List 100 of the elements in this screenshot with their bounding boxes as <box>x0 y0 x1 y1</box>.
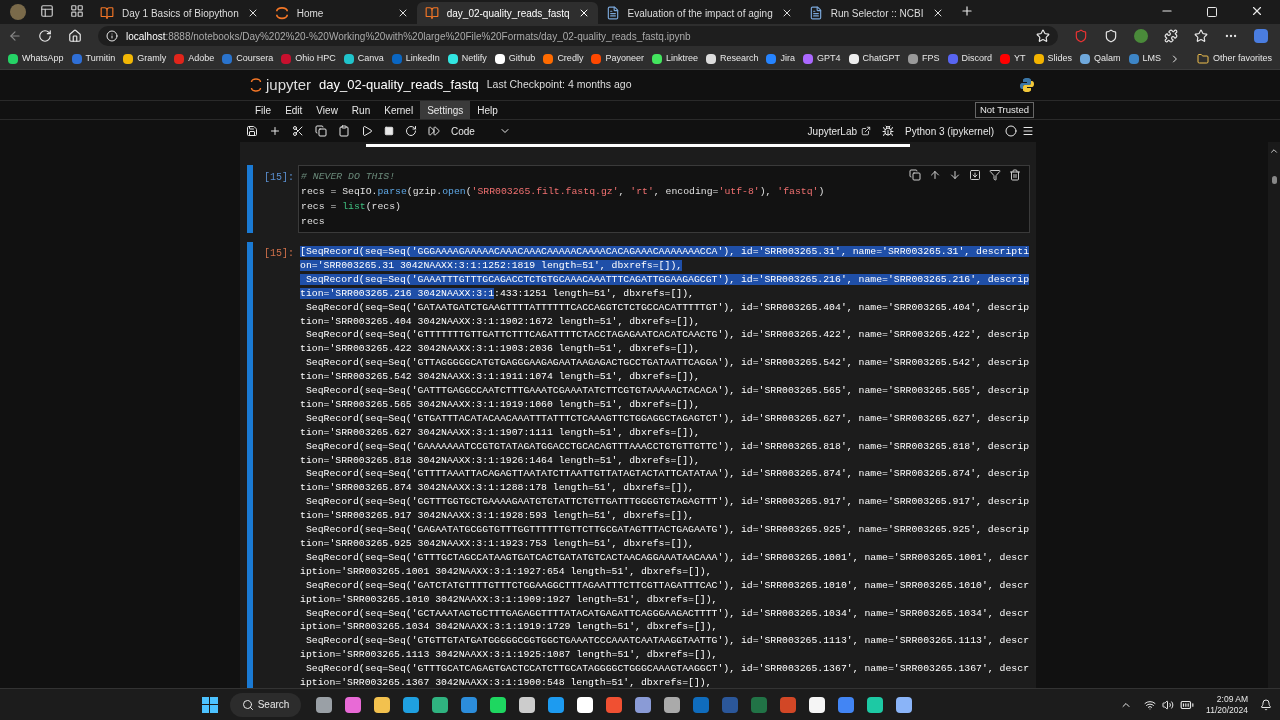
home-icon[interactable] <box>68 29 82 43</box>
bookmark-link[interactable]: LMS <box>1128 51 1162 66</box>
bookmark-link[interactable]: Qalam <box>1080 51 1121 66</box>
extensions-icon[interactable] <box>1164 29 1178 43</box>
bookmark-link[interactable]: Jira <box>766 51 795 66</box>
duplicate-icon[interactable] <box>909 169 921 181</box>
insert-below-icon[interactable] <box>969 169 981 181</box>
reload-icon[interactable] <box>38 29 52 43</box>
browser-tab[interactable]: Home <box>266 2 417 24</box>
bookmark-link[interactable]: FPS <box>908 51 940 66</box>
copy-icon[interactable] <box>315 125 327 137</box>
favorite-star-icon[interactable] <box>1036 29 1050 43</box>
menu-item[interactable]: Edit <box>278 101 310 119</box>
bookmark-link[interactable]: Research <box>705 51 759 66</box>
run-all-icon[interactable] <box>428 125 440 137</box>
code-editor[interactable]: # NEVER DO THIS! recs = SeqIO.parse(gzip.open('SRR003265.filt.fastq.gz', 'rt', encoding='utf-8'), 'fastq') recs = list(recs) recs <box>298 165 1030 233</box>
output-line: tion='SRR003265.542 3042NAAXX:3:1:1911:1074 length=51', dbxrefs=[]), <box>300 370 701 385</box>
tab-actions-icon[interactable] <box>70 4 84 18</box>
taskbar-app-icon[interactable] <box>402 696 419 713</box>
bookmark-link[interactable]: Turnitin <box>71 51 116 66</box>
menu-icon[interactable] <box>1022 125 1034 137</box>
taskbar-app-icon[interactable] <box>866 696 883 713</box>
ring-icon <box>274 6 289 20</box>
bookmark-link[interactable]: Credly <box>543 51 584 66</box>
maximize-icon[interactable] <box>1206 6 1218 18</box>
browser-tab[interactable]: Evaluation of the impact of aging <box>597 2 801 24</box>
back-icon[interactable] <box>8 29 22 43</box>
taskbar-app-icon[interactable] <box>315 696 332 713</box>
trust-indicator[interactable]: Not Trusted <box>974 101 1034 119</box>
taskbar-app-icon[interactable] <box>547 696 564 713</box>
menu-item[interactable]: View <box>309 101 345 119</box>
run-icon[interactable] <box>361 125 373 137</box>
add-cell-icon[interactable] <box>269 125 281 137</box>
bookmark-link[interactable]: GPT4 <box>803 51 841 66</box>
taskbar-search[interactable]: Search <box>229 692 302 717</box>
browser-tab[interactable]: Day 1 Basics of Biopython <box>92 2 267 24</box>
bookmark-link[interactable]: Adobe <box>174 51 215 66</box>
move-up-icon[interactable] <box>929 169 941 181</box>
browser-tab[interactable]: day_02-quality_reads_fastq <box>416 2 598 24</box>
output-line: iption='SRR003265.1034 3042NAAXX:3:1:1919:1729 length=51', dbxrefs=[]), <box>300 620 719 635</box>
taskbar-app-icon[interactable] <box>634 696 651 713</box>
favorites-icon[interactable] <box>1194 29 1208 43</box>
taskbar-app-icon[interactable] <box>431 696 448 713</box>
close-icon[interactable] <box>1250 4 1264 18</box>
menu-item[interactable]: Kernel <box>377 101 421 119</box>
bookmark-link[interactable]: Github <box>494 51 536 66</box>
scrollbar-thumb[interactable] <box>1271 176 1277 184</box>
bookmark-link[interactable]: Gramly <box>123 51 167 66</box>
menu-item[interactable]: File <box>248 101 279 119</box>
bookmark-link[interactable]: YT <box>1000 51 1026 66</box>
bookmark-link[interactable]: Ohio HPC <box>281 51 336 66</box>
bookmark-link[interactable]: Payoneer <box>591 51 644 66</box>
save-icon[interactable] <box>246 125 258 137</box>
notebook-title[interactable]: day_02-quality_reads_fastq <box>319 75 479 95</box>
kernel-name[interactable]: Python 3 (ipykernel) <box>905 123 994 139</box>
address-bar[interactable]: localhost:8888/notebooks/Day%202%20-%20Working%20with%20large%20File%20Formats/day_02-quality_reads_fastq.ipynb <box>98 26 1058 46</box>
taskbar-app-icon[interactable] <box>576 696 593 713</box>
start-icon[interactable] <box>201 696 218 713</box>
jupyter-logo[interactable]: jupyter <box>250 73 312 97</box>
bookmark-link[interactable]: WhatsApp <box>8 51 64 66</box>
bookmark-link[interactable]: Coursera <box>222 51 274 66</box>
profile-avatar[interactable] <box>10 4 26 20</box>
workspaces-icon[interactable] <box>40 4 54 18</box>
bookmark-link[interactable]: Slides <box>1033 51 1073 66</box>
paste-icon[interactable] <box>338 125 350 137</box>
scroll-up-icon[interactable] <box>1269 146 1279 156</box>
menu-item[interactable]: Help <box>470 101 505 119</box>
bookmark-link[interactable]: Linktree <box>651 51 698 66</box>
bookmark-link[interactable]: LinkedIn <box>391 51 440 66</box>
restart-icon[interactable] <box>405 125 417 137</box>
bookmark-link[interactable]: Canva <box>343 51 384 66</box>
new-tab-icon[interactable] <box>959 4 974 18</box>
taskbar-app-icon[interactable] <box>344 696 361 713</box>
cut-icon[interactable] <box>292 125 304 137</box>
output-line: tion='SRR003265.874 3042NAAXX:3:1:1288:178 length=51', dbxrefs=[]), <box>300 481 695 496</box>
taskbar-app-icon[interactable] <box>663 696 680 713</box>
menu-item[interactable]: Run <box>344 101 378 119</box>
bookmark-link[interactable]: Discord <box>947 51 993 66</box>
stop-icon[interactable] <box>384 126 394 136</box>
taskbar-app-icon[interactable] <box>373 696 390 713</box>
taskbar-app-icon[interactable] <box>895 696 912 713</box>
scrollbar[interactable] <box>1268 142 1280 688</box>
bookmark-link[interactable]: Netlify <box>447 51 487 66</box>
speaker-icon[interactable] <box>1162 698 1175 711</box>
bug-icon[interactable] <box>882 125 895 137</box>
taskbar-app-icon[interactable] <box>518 696 535 713</box>
move-down-icon[interactable] <box>949 169 961 181</box>
taskbar-app-icon[interactable] <box>808 696 825 713</box>
clock[interactable]: 2:09 AM 11/20/2024 <box>1206 693 1248 716</box>
browser-tab[interactable]: Run Selector :: NCBI <box>800 2 952 24</box>
menu-item[interactable]: Settings <box>420 101 471 119</box>
jupyterlab-link[interactable]: JupyterLab <box>807 123 872 139</box>
taskbar-app-icon[interactable] <box>489 696 506 713</box>
wifi-icon[interactable] <box>1144 698 1157 711</box>
cell-type-dropdown[interactable]: Code <box>451 123 511 139</box>
delete-icon[interactable] <box>1009 169 1021 181</box>
other-favorites-link[interactable]: Other favorites <box>1196 51 1272 66</box>
info-icon[interactable] <box>106 30 118 42</box>
bookmark-link[interactable]: ChatGPT <box>848 51 901 66</box>
notification-icon[interactable] <box>1260 698 1272 711</box>
